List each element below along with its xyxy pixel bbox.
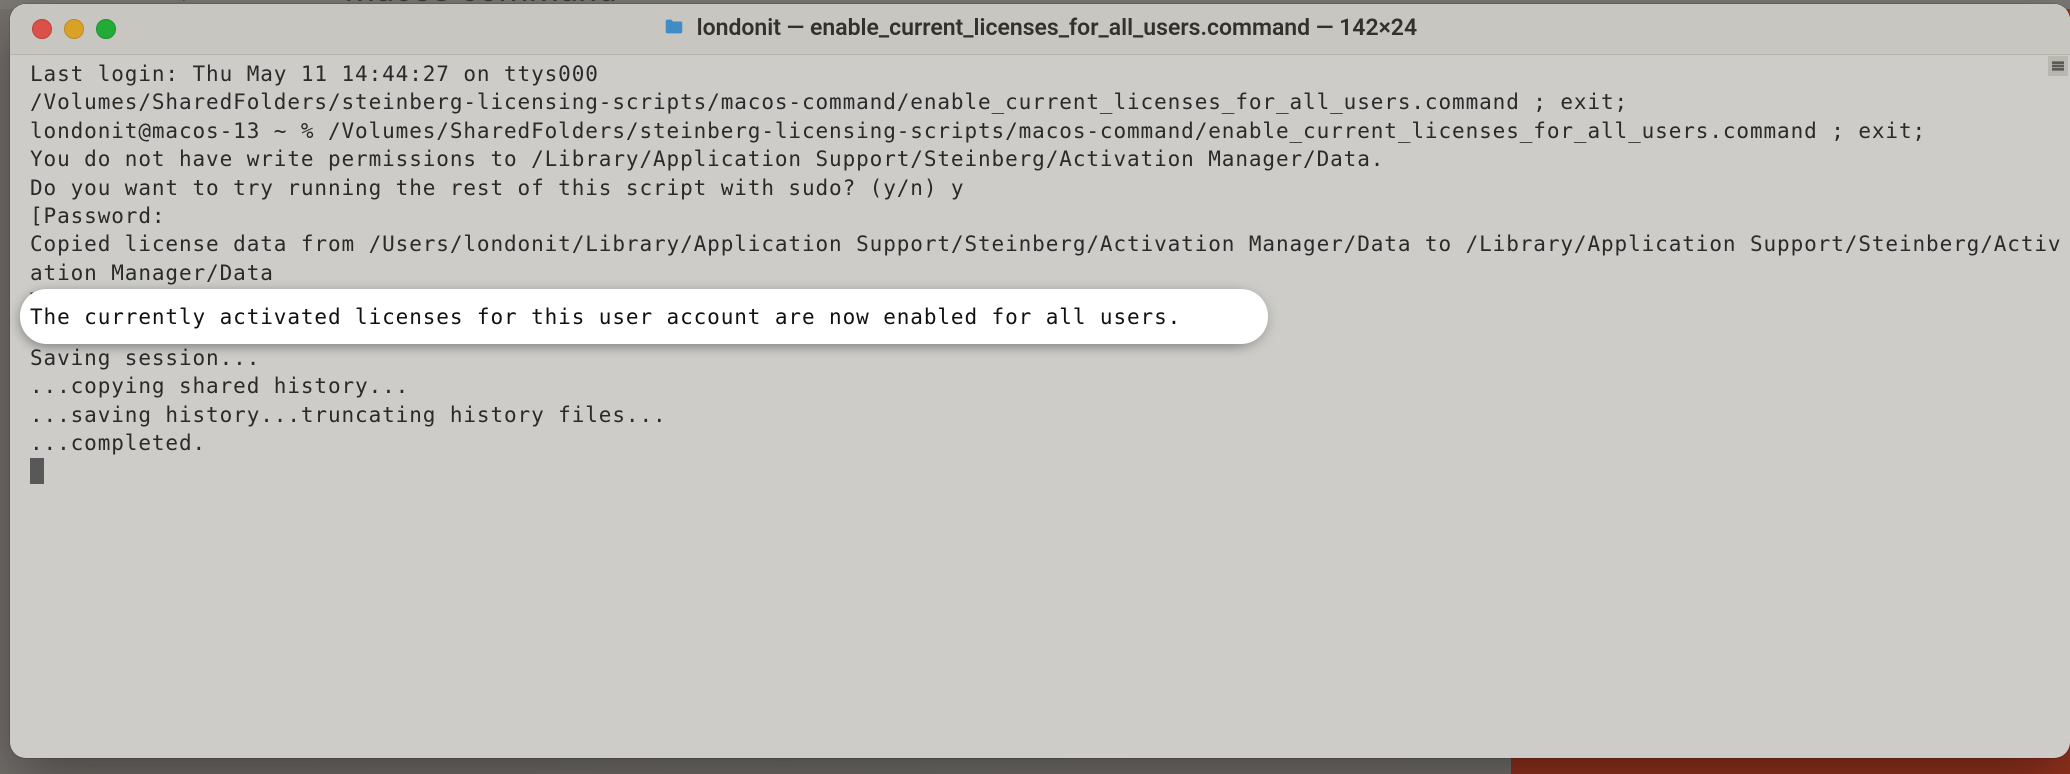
line-last-login: Last login: Thu May 11 14:44:27 on ttys0… xyxy=(30,62,599,86)
window-minimize-button[interactable] xyxy=(64,19,84,39)
window-zoom-button[interactable] xyxy=(96,19,116,39)
window-close-button[interactable] xyxy=(32,19,52,39)
title-user: londonit — xyxy=(697,14,805,41)
line-trunc-hist: ...saving history...truncating history f… xyxy=(30,403,667,427)
line-completed: ...completed. xyxy=(30,431,206,455)
folder-icon xyxy=(663,16,685,44)
window-titlebar[interactable]: londonit — enable_current_licenses_for_a… xyxy=(10,4,2070,55)
line-sudo-prompt: Do you want to try running the rest of t… xyxy=(30,176,964,200)
success-highlight-overlay: The currently activated licenses for thi… xyxy=(20,289,1268,344)
success-highlight-text: The currently activated licenses for thi… xyxy=(30,305,1181,329)
line-copy-hist: ...copying shared history... xyxy=(30,374,409,398)
line-script-path: /Volumes/SharedFolders/steinberg-licensi… xyxy=(30,90,1628,114)
terminal-cursor xyxy=(30,458,44,484)
line-copied: Copied license data from /Users/londonit… xyxy=(30,232,2061,284)
line-prompt-cmd: londonit@macos-13 ~ % /Volumes/SharedFol… xyxy=(30,119,1926,143)
terminal-window: londonit — enable_current_licenses_for_a… xyxy=(10,4,2070,758)
title-dims: — 142×24 xyxy=(1316,14,1417,41)
title-file: enable_current_licenses_for_all_users.co… xyxy=(810,14,1310,41)
terminal-output[interactable]: Last login: Thu May 11 14:44:27 on ttys0… xyxy=(30,60,2070,486)
terminal-body[interactable]: Last login: Thu May 11 14:44:27 on ttys0… xyxy=(10,54,2070,758)
line-no-write: You do not have write permissions to /Li… xyxy=(30,147,1384,171)
window-title: londonit — enable_current_licenses_for_a… xyxy=(10,14,2070,44)
line-password: Password: xyxy=(44,204,166,228)
line-saving: Saving session... xyxy=(30,346,260,370)
